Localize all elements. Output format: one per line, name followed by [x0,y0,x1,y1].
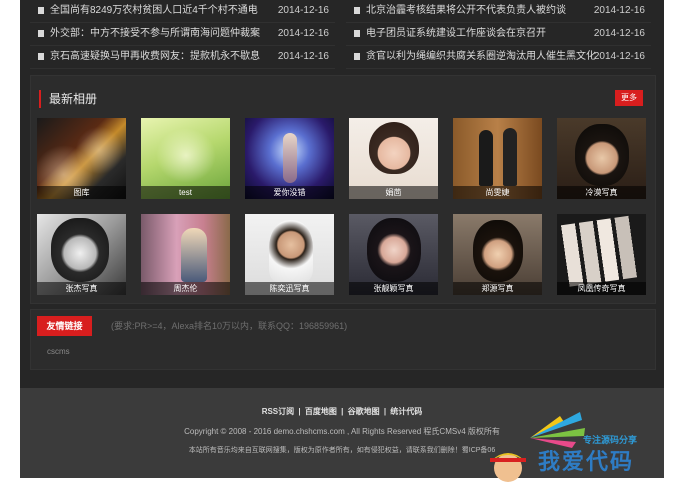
photo-young-man-icon [473,220,523,282]
news-title[interactable]: 贪官以利为绳编织共腐关系圈逆淘汰用人催生黑文化 [366,46,596,68]
photo-couple-icon [479,130,493,186]
links-panel: 友情链接 (要求:PR>=4，Alexa排名10万以内，联系QQ：1968599… [30,309,656,370]
friend-links-button[interactable]: 友情链接 [37,316,92,336]
album-caption: 图库 [37,186,126,199]
footer-link-rss[interactable]: RSS订阅 [262,407,294,416]
footer-link-stats[interactable]: 统计代码 [390,407,422,416]
footer-link-baidu-map[interactable]: 百度地图 [305,407,337,416]
watermark-title: 我爱代码 [538,450,635,475]
photo-woman-dark-icon [367,218,421,282]
album-thumb[interactable]: 郑源写真 [453,214,542,295]
photo-man-white-icon [269,220,313,282]
news-date: 2014-12-16 [593,28,645,39]
news-title[interactable]: 电子团员证系统建设工作座谈会在京召开 [366,23,546,45]
album-caption: 尚雯婕 [453,186,542,199]
news-section: 全国尚有8249万农村贫困人口近4千个村不通电 2014-12-16 外交部：中… [30,0,656,69]
news-title[interactable]: 北京治霾考核结果将公开不代表负责人被约谈 [366,0,566,22]
album-thumb[interactable]: 娟茴 [349,118,438,199]
page-frame: 全国尚有8249万农村贫困人口近4千个村不通电 2014-12-16 外交部：中… [20,0,664,478]
document-icon [38,53,44,60]
more-button[interactable]: 更多 [615,90,643,106]
album-caption: 冷漠写真 [557,186,646,199]
news-date: 2014-12-16 [593,51,645,62]
album-caption: 陈奕迅写真 [245,282,334,295]
news-list-right: 北京治霾考核结果将公开不代表负责人被约谈 2014-12-16 电子团员证系统建… [346,0,651,69]
footer-separator: | [383,407,387,416]
album-header: 最新相册 [39,90,97,108]
album-thumb[interactable]: 冷漠写真 [557,118,646,199]
news-date: 2014-12-16 [277,28,329,39]
photo-collage-icon [557,214,645,288]
news-list-left: 全国尚有8249万农村贫困人口近4千个村不通电 2014-12-16 外交部：中… [30,0,335,69]
news-item[interactable]: 全国尚有8249万农村贫困人口近4千个村不通电 2014-12-16 [30,0,335,23]
footer-separator: | [298,407,301,416]
news-title[interactable]: 京石高速疑换马甲再收费网友：提款机永不歇息 [50,46,260,68]
album-caption: test [141,186,230,199]
document-icon [38,30,44,37]
footer-separator: | [341,407,344,416]
photo-dancer-icon [283,133,297,183]
links-requirement: (要求:PR>=4，Alexa排名10万以内，联系QQ：196859961) [111,321,348,331]
album-thumb[interactable]: 张杰写真 [37,214,126,295]
document-icon [38,7,44,14]
album-thumb[interactable]: test [141,118,230,199]
news-title[interactable]: 外交部：中方不接受不参与所谓南海问题仲裁案 [50,23,260,45]
footer-link-google-map[interactable]: 谷歌地图 [348,407,380,416]
album-caption: 郑源写真 [453,282,542,295]
news-date: 2014-12-16 [593,5,645,16]
album-thumb[interactable]: 尚雯婕 [453,118,542,199]
document-icon [354,7,360,14]
album-caption: 张靓颖写真 [349,282,438,295]
album-caption: 凤凰传奇写真 [557,282,646,295]
news-item[interactable]: 外交部：中方不接受不参与所谓南海问题仲裁案 2014-12-16 [30,23,335,46]
news-item[interactable]: 电子团员证系统建设工作座谈会在京召开 2014-12-16 [346,23,651,46]
friend-link[interactable]: cscms [47,347,70,356]
news-title[interactable]: 全国尚有8249万农村贫困人口近4千个村不通电 [50,0,258,22]
photo-woman-icon [369,122,419,174]
album-title: 最新相册 [49,92,98,106]
news-item[interactable]: 京石高速疑换马甲再收费网友：提款机永不歇息 2014-12-16 [30,46,335,69]
photo-street-icon [181,228,207,282]
album-thumb[interactable]: 周杰伦 [141,214,230,295]
album-thumb[interactable]: 图库 [37,118,126,199]
photo-man-icon [575,124,629,186]
news-item[interactable]: 贪官以利为绳编织共腐关系圈逆淘汰用人催生黑文化 2014-12-16 [346,46,651,69]
album-panel: 最新相册 更多 图库 test 爱你没错 娟茴 尚雯婕 冷漠写真 张杰写真 周杰… [30,75,656,304]
album-caption: 周杰伦 [141,282,230,295]
album-caption: 娟茴 [349,186,438,199]
album-thumb[interactable]: 张靓颖写真 [349,214,438,295]
news-item[interactable]: 北京治霾考核结果将公开不代表负责人被约谈 2014-12-16 [346,0,651,23]
album-caption: 张杰写真 [37,282,126,295]
album-thumb[interactable]: 爱你没错 [245,118,334,199]
news-date: 2014-12-16 [277,5,329,16]
document-icon [354,30,360,37]
news-date: 2014-12-16 [277,51,329,62]
album-caption: 爱你没错 [245,186,334,199]
album-thumb[interactable]: 陈奕迅写真 [245,214,334,295]
album-thumb[interactable]: 凤凰传奇写真 [557,214,646,295]
document-icon [354,53,360,60]
photo-bw-man-icon [51,218,109,282]
photo-green-icon [156,128,216,183]
